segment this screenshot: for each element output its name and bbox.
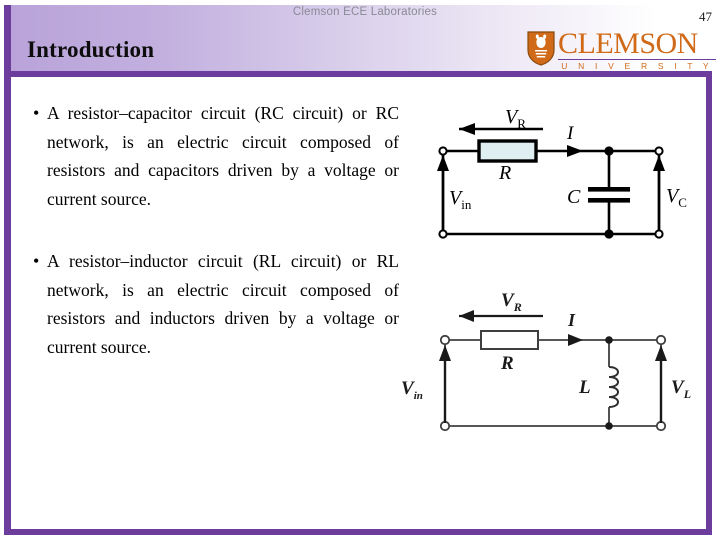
label-vr: VR (505, 106, 526, 131)
terminal-node (654, 229, 664, 239)
rc-circuit-diagram: VR R I Vin C VC (437, 106, 687, 239)
current-arrow-icon (567, 145, 583, 157)
label-vr: VR (501, 290, 522, 314)
bullet-marker-icon: • (33, 251, 40, 271)
resistor-symbol (480, 330, 539, 350)
rl-circuit-diagram: VR R I Vin L VL (401, 290, 691, 432)
terminal-node (655, 334, 667, 346)
label-vin: Vin (449, 187, 472, 212)
terminal-node (654, 146, 664, 156)
clemson-wordmark: CLEMSON (558, 27, 698, 60)
label-r: R (498, 162, 511, 184)
terminal-node (439, 334, 451, 346)
header-kicker: Clemson ECE Laboratories (292, 6, 438, 18)
terminal-node (438, 229, 448, 239)
vin-arrow-icon (437, 155, 449, 231)
junction-dot (605, 336, 613, 344)
bullet-marker-icon: • (33, 103, 40, 123)
clemson-logo: CLEMSON U N I V E R S I T Y (526, 27, 716, 71)
page-number: 47 (699, 9, 712, 24)
junction-dot (605, 422, 613, 430)
resistor-symbol (477, 139, 538, 163)
current-arrow-icon (568, 334, 583, 346)
junction-dot (604, 146, 614, 156)
bullet-list: • A resistor–capacitor circuit (RC circu… (29, 99, 399, 395)
label-i: I (567, 310, 576, 330)
label-i: I (566, 123, 575, 144)
label-r: R (500, 353, 514, 374)
bullet-text-rl: A resistor–inductor circuit (RL circuit)… (47, 251, 399, 357)
list-item: • A resistor–capacitor circuit (RC circu… (29, 99, 399, 213)
vr-arrow-icon (459, 310, 543, 322)
terminal-node (439, 420, 451, 432)
bullet-text-rc: A resistor–capacitor circuit (RC circuit… (47, 103, 399, 209)
clemson-university-subtitle: U N I V E R S I T Y (558, 59, 716, 71)
junction-dot (604, 229, 614, 239)
label-vin: Vin (401, 378, 423, 402)
list-item: • A resistor–inductor circuit (RL circui… (29, 247, 399, 361)
label-vl: VL (671, 377, 691, 401)
terminal-node (438, 146, 448, 156)
inductor-symbol (608, 366, 619, 408)
clemson-logo-text: CLEMSON U N I V E R S I T Y (558, 27, 716, 71)
terminal-node (655, 420, 667, 432)
page-title: Introduction (27, 37, 155, 62)
vl-arrow-icon (655, 345, 667, 423)
clemson-tiger-paw-shield-icon (527, 31, 555, 66)
slide-body: • A resistor–capacitor circuit (RC circu… (4, 77, 712, 535)
label-vc: VC (666, 185, 687, 210)
label-l: L (578, 377, 591, 398)
slide: Clemson ECE Laboratories Introduction 47… (0, 0, 720, 540)
vc-arrow-icon (653, 155, 665, 231)
vin-arrow-icon (439, 345, 451, 423)
vr-arrow-icon (459, 123, 543, 135)
label-c: C (567, 186, 581, 208)
capacitor-symbol (588, 187, 630, 203)
